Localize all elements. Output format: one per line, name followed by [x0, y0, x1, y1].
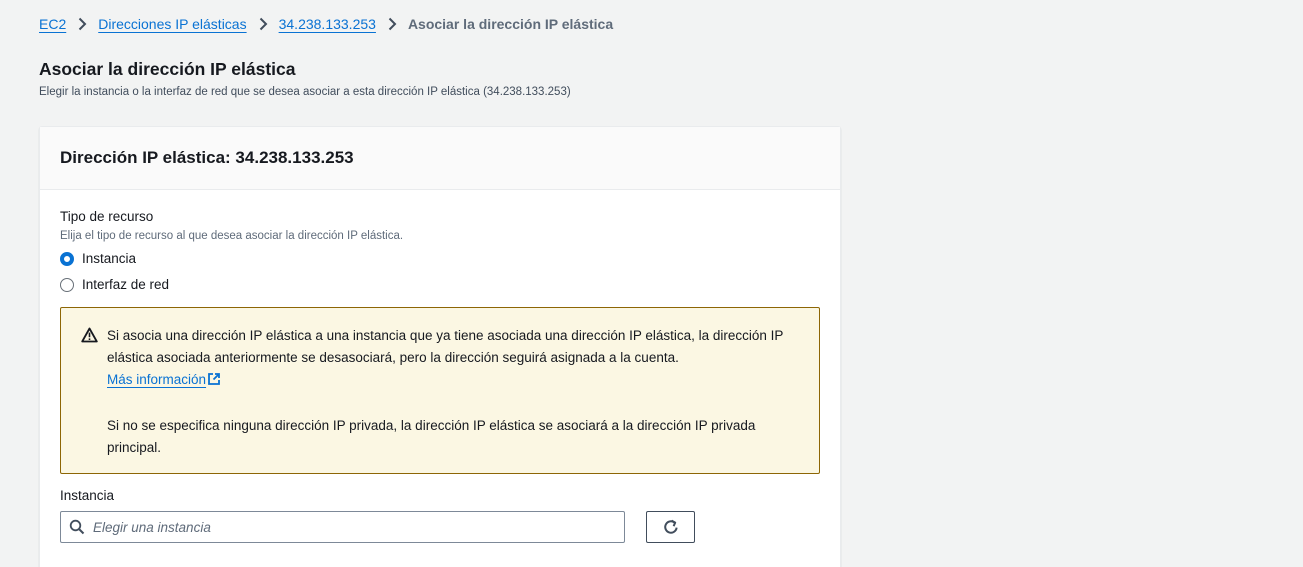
radio-network-interface-label: Interfaz de red: [82, 277, 170, 292]
breadcrumb-link-ec2[interactable]: EC2: [39, 16, 66, 32]
chevron-right-icon: [247, 14, 279, 34]
alert-content: Si asocia una dirección IP elástica a un…: [107, 325, 787, 473]
container-title: Dirección IP elástica: 34.238.133.253: [60, 148, 354, 167]
breadcrumb-current: Asociar la dirección IP elástica: [407, 16, 614, 32]
radio-instance-label: Instancia: [82, 251, 137, 266]
refresh-icon: [662, 518, 680, 536]
instance-label: Instancia: [60, 488, 115, 503]
page-description: Elegir la instancia o la interfaz de red…: [39, 86, 571, 98]
breadcrumb: EC2 Direcciones IP elásticas 34.238.133.…: [39, 14, 613, 34]
warning-alert: Si asocia una dirección IP elástica a un…: [60, 307, 820, 474]
breadcrumb-link-elastic-ips[interactable]: Direcciones IP elásticas: [98, 16, 246, 32]
instance-search-input[interactable]: Elegir una instancia: [60, 511, 625, 543]
refresh-button[interactable]: [646, 511, 695, 543]
more-info-link[interactable]: Más información: [107, 372, 206, 387]
search-icon: [69, 519, 85, 535]
page-title: Asociar la dirección IP elástica: [39, 59, 296, 79]
radio-instance[interactable]: Instancia: [60, 251, 136, 266]
chevron-right-icon: [376, 14, 408, 34]
radio-network-interface[interactable]: Interfaz de red: [60, 277, 169, 292]
radio-selected-icon[interactable]: [60, 251, 74, 266]
instance-search-placeholder: Elegir una instancia: [93, 519, 211, 535]
alert-text-2: Si no se especifica ninguna dirección IP…: [107, 418, 756, 455]
breadcrumb-link-ip-address[interactable]: 34.238.133.253: [279, 16, 376, 32]
alert-text-1: Si asocia una dirección IP elástica a un…: [107, 328, 784, 365]
container-header: Dirección IP elástica: 34.238.133.253: [40, 127, 840, 190]
resource-type-label: Tipo de recurso: [60, 209, 154, 224]
warning-icon: [81, 325, 103, 473]
chevron-right-icon: [66, 14, 98, 34]
external-link-icon[interactable]: [207, 371, 221, 393]
radio-unselected-icon[interactable]: [60, 277, 74, 292]
elastic-ip-container: Dirección IP elástica: 34.238.133.253 Ti…: [39, 126, 841, 567]
resource-type-description: Elija el tipo de recurso al que desea as…: [60, 230, 404, 242]
